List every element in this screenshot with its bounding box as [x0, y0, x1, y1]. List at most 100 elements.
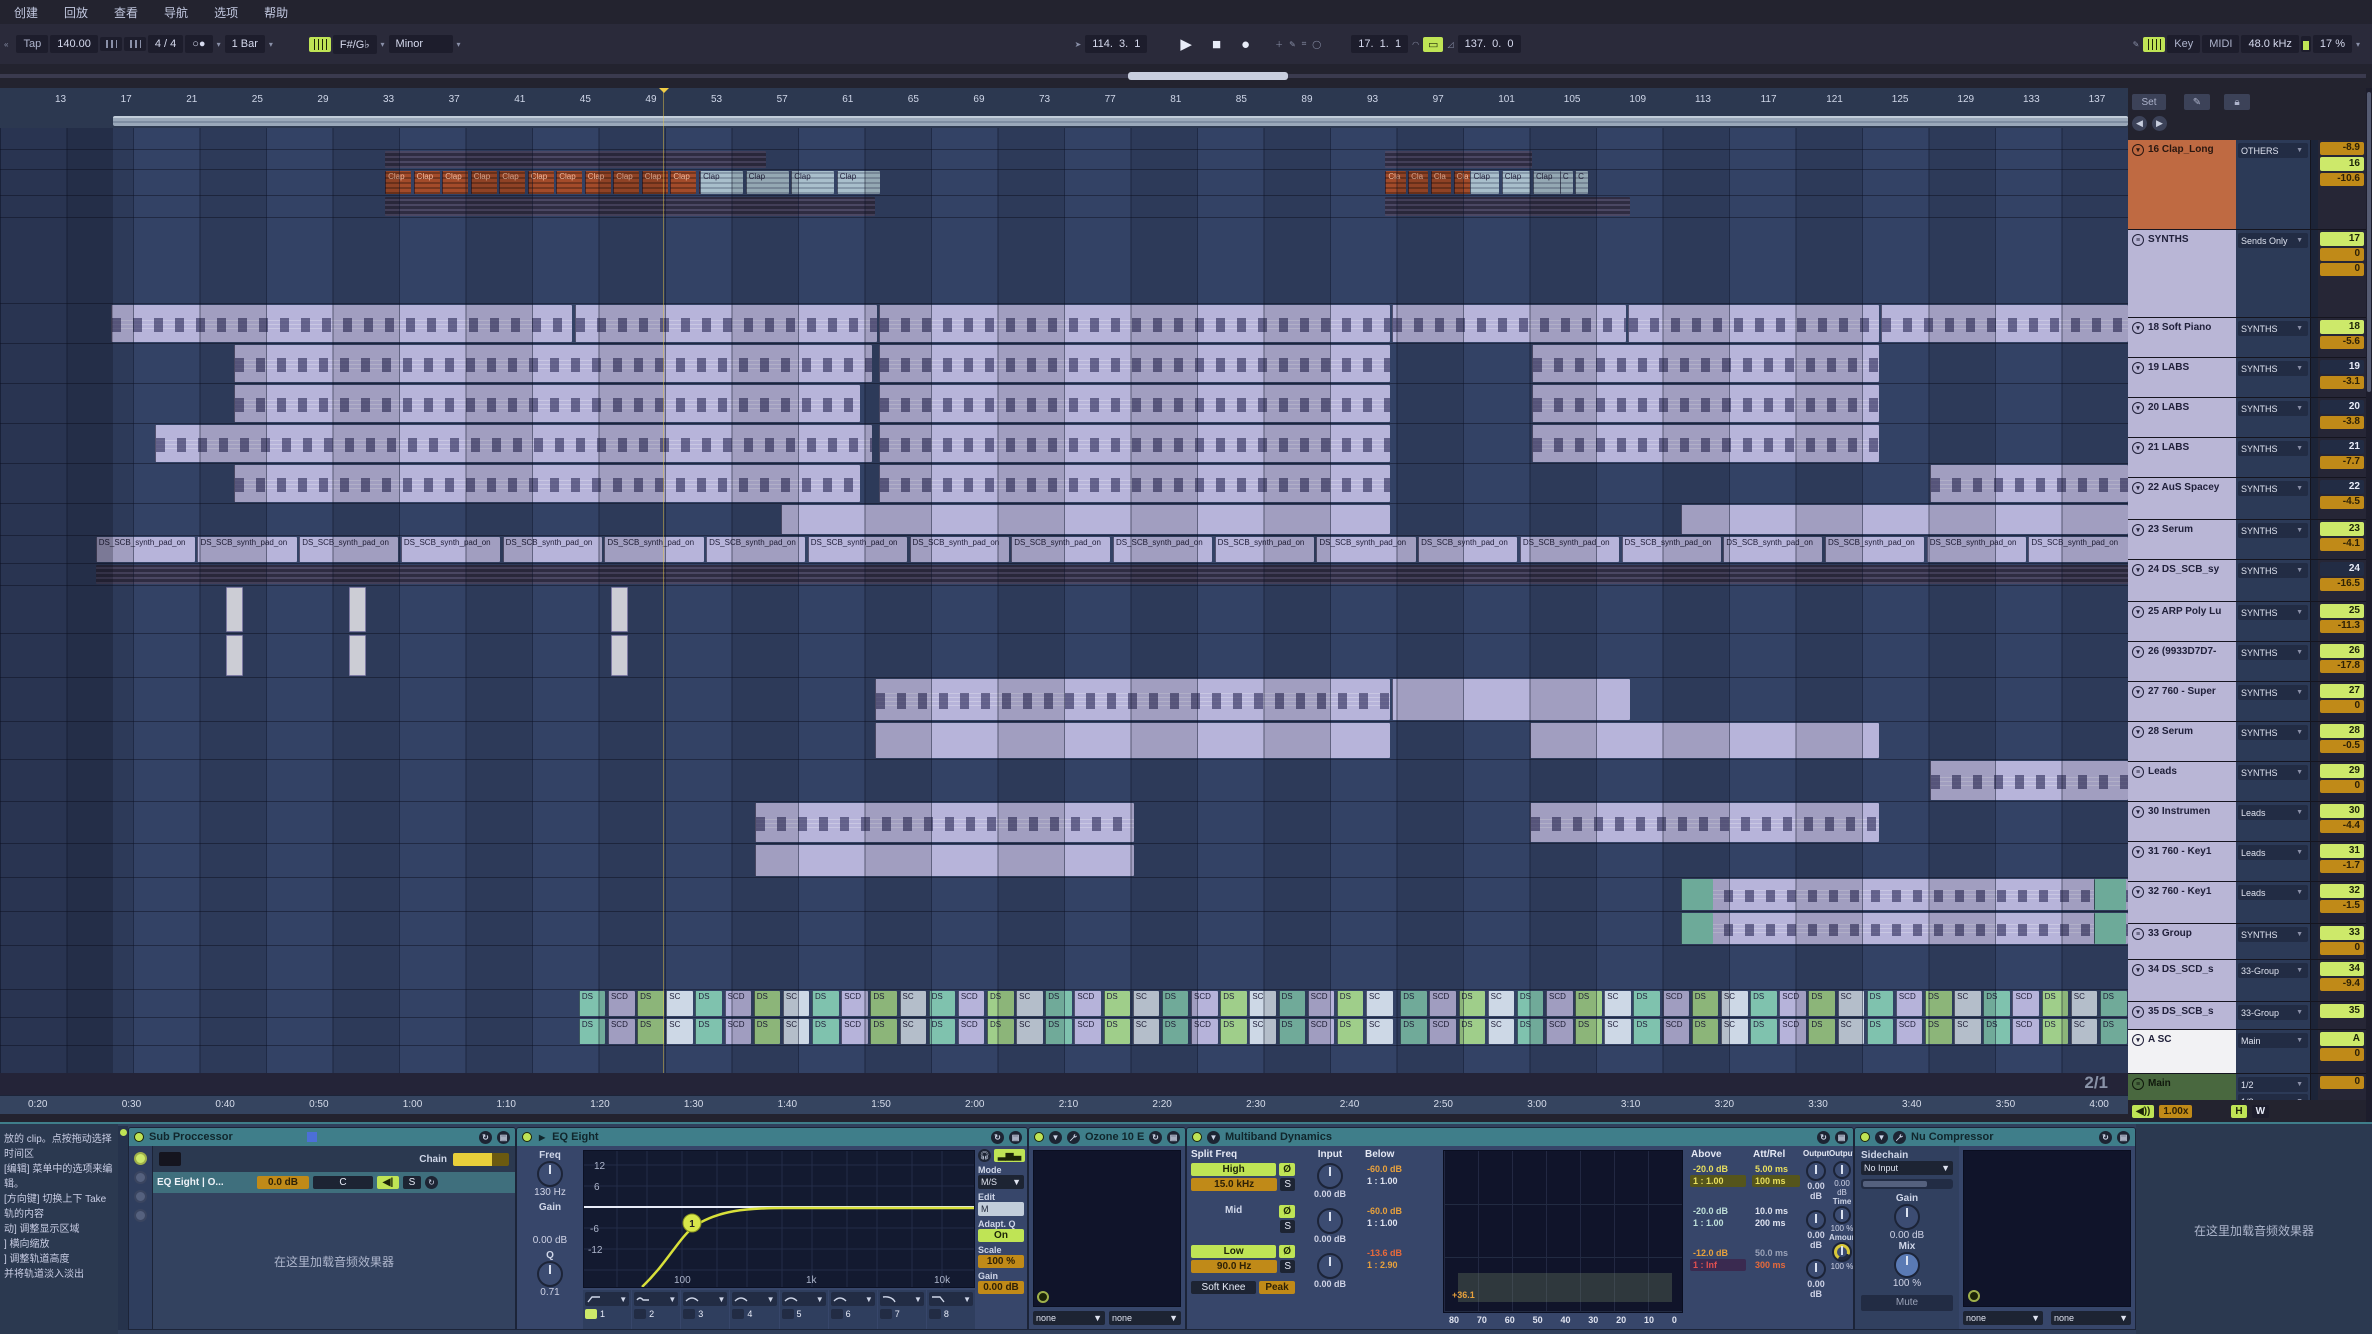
track-fold-icon[interactable]: ▾ [2132, 144, 2144, 156]
clip[interactable]: SC [1366, 991, 1393, 1016]
time-knob[interactable] [1833, 1206, 1851, 1224]
clip[interactable]: DS [1750, 1019, 1777, 1044]
global-output-value[interactable]: 0.00 dB [1829, 1179, 1854, 1197]
routing-select[interactable]: SYNTHS▼ [2238, 725, 2308, 740]
clip[interactable] [1681, 879, 2128, 910]
volume-badge[interactable]: -4.1 [2320, 538, 2364, 551]
track-number-badge[interactable]: 22 [2320, 480, 2364, 494]
clip[interactable]: DS_SCB_synth_pad_on [1622, 537, 1721, 562]
clip[interactable]: DS_SCB_synth_pad_on [197, 537, 296, 562]
back-arrow-icon[interactable]: ◀ [2132, 116, 2147, 131]
volume-badge[interactable]: -8.9 [2320, 142, 2364, 155]
eq-band-6[interactable]: ▼6 [829, 1290, 877, 1330]
high-freq-value[interactable]: 15.0 kHz [1191, 1178, 1277, 1191]
device-power-icon[interactable] [522, 1132, 532, 1142]
save-preset-icon[interactable]: ▤ [2117, 1131, 2130, 1144]
threshold-value[interactable]: -20.0 dB [1690, 1163, 1746, 1175]
chain-drop-zone[interactable]: 在这里加载音频效果器 [153, 1193, 515, 1329]
clip[interactable]: SCD [841, 991, 868, 1016]
clip[interactable]: DS_SCB_synth_pad_on [1927, 537, 2026, 562]
q-knob[interactable] [537, 1261, 563, 1287]
clip[interactable]: DS [1220, 991, 1247, 1016]
routing-select[interactable]: 33-Group▼ [2238, 1005, 2308, 1020]
clip[interactable]: SCD [1308, 1019, 1335, 1044]
clip[interactable]: SCD [608, 1019, 635, 1044]
q-value[interactable]: 0.71 [517, 1287, 583, 1298]
clip[interactable]: Clap [442, 171, 468, 194]
routing-select[interactable]: SYNTHS▼ [2238, 685, 2308, 700]
eq-band-2[interactable]: ▼2 [632, 1290, 680, 1330]
overview-scroll-handle[interactable] [1128, 72, 1288, 80]
volume-badge[interactable]: 0 [2320, 780, 2364, 793]
sidechain-slider[interactable] [1861, 1179, 1953, 1189]
clip[interactable] [1930, 761, 2128, 800]
clip[interactable]: SCD [1546, 1019, 1573, 1044]
clip[interactable] [755, 803, 1134, 842]
save-preset-icon[interactable]: ▤ [1835, 1131, 1848, 1144]
clip[interactable] [1681, 913, 1713, 944]
routing-select[interactable]: SYNTHS▼ [2238, 523, 2308, 538]
band-activator[interactable] [732, 1309, 744, 1319]
low-activator-icon[interactable]: Ø [1279, 1245, 1295, 1258]
high-activator-icon[interactable]: Ø [1279, 1163, 1295, 1176]
clip[interactable]: DS [1692, 991, 1719, 1016]
track-header-synths[interactable]: ≡SYNTHSSends Only▼1700 [2128, 230, 2366, 318]
clip[interactable]: DS_SCB_synth_pad_on [1825, 537, 1924, 562]
clip[interactable]: SC [1721, 991, 1748, 1016]
clip[interactable]: DS [1459, 1019, 1486, 1044]
hot-swap-icon[interactable]: ↻ [1149, 1131, 1162, 1144]
clip[interactable]: DS [1220, 1019, 1247, 1044]
volume-badge[interactable]: -11.3 [2320, 620, 2364, 633]
eq-band-7[interactable]: ▼7 [878, 1290, 926, 1330]
clip[interactable]: DS [579, 1019, 606, 1044]
track-header-31-760-key1[interactable]: ▾31 760 - Key1Leads▼31-1.7 [2128, 842, 2366, 882]
freq-knob[interactable] [537, 1161, 563, 1187]
save-preset-icon[interactable]: ▤ [497, 1131, 510, 1144]
clip[interactable]: Cla [1408, 171, 1428, 194]
band-activator[interactable] [831, 1309, 843, 1319]
clip[interactable]: DS [637, 1019, 664, 1044]
track-number-badge[interactable]: 16 [2320, 157, 2364, 171]
band-shape-select[interactable]: ▼ [782, 1292, 826, 1306]
time-ruler[interactable]: 0:200:300:400:501:001:101:201:301:401:50… [0, 1095, 2128, 1114]
overdub-icon[interactable]: ＋ [1273, 39, 1285, 50]
track-lane[interactable] [0, 802, 2128, 844]
track-lane[interactable] [0, 946, 2128, 990]
clip[interactable]: DS [1808, 991, 1835, 1016]
clip[interactable]: C [1560, 171, 1573, 194]
pencil-icon[interactable]: ✎ [2184, 94, 2210, 110]
clip[interactable]: DS [1808, 1019, 1835, 1044]
clip[interactable]: Clap [746, 171, 789, 194]
rack-devices-icon[interactable] [134, 1190, 147, 1203]
band-shape-select[interactable]: ▼ [831, 1292, 875, 1306]
nudge-up-icon[interactable] [124, 37, 146, 51]
amount-knob[interactable] [1832, 1242, 1852, 1262]
track-fold-icon[interactable]: ▾ [2132, 806, 2144, 818]
track-number-badge[interactable]: 25 [2320, 604, 2364, 618]
group-fold-icon[interactable]: ≡ [2132, 766, 2144, 778]
output-gain-value[interactable]: 0.00 dB [978, 1281, 1024, 1294]
track-lane[interactable] [0, 150, 2128, 170]
routing-select[interactable]: SYNTHS▼ [2238, 481, 2308, 496]
follow-icon[interactable]: ➤ [1073, 40, 1084, 49]
rack-chainlist-icon[interactable] [134, 1171, 147, 1184]
clip[interactable]: Cla [1431, 171, 1451, 194]
clip[interactable]: DS [1279, 1019, 1306, 1044]
clip[interactable]: SCD [2012, 1019, 2039, 1044]
device-power-icon[interactable] [1192, 1132, 1202, 1142]
peak-rms-button[interactable]: Peak [1259, 1281, 1295, 1294]
mid-band-label[interactable]: Mid [1191, 1205, 1276, 1218]
arrangement-lanes[interactable]: ClapClapClapClapClapClapClapClapClapClap… [0, 128, 2128, 1073]
chain-name[interactable]: EQ Eight | O... [157, 1177, 253, 1188]
clip[interactable]: SCD [841, 1019, 868, 1044]
device-drop-zone[interactable]: 在这里加载音频效果器 [2136, 1124, 2372, 1334]
quantize-caret2-icon[interactable]: ▾ [267, 40, 275, 49]
track-number-badge[interactable]: 29 [2320, 764, 2364, 778]
clip[interactable]: DS_SCB_synth_pad_on [1011, 537, 1110, 562]
clip[interactable]: DS [579, 991, 606, 1016]
arrangement-overview[interactable] [0, 64, 2372, 88]
band-activator[interactable] [683, 1309, 695, 1319]
clip[interactable]: Clap [791, 171, 834, 194]
track-fold-icon[interactable]: ▾ [2132, 402, 2144, 414]
clip[interactable]: DS [1400, 991, 1427, 1016]
